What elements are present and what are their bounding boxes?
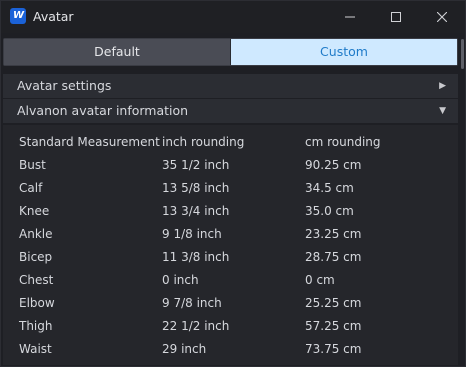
cm-value: 23.25 cm xyxy=(305,227,362,241)
inch-value: 9 7/8 inch xyxy=(162,296,222,310)
table-row: Bicep 11 3/8 inch 28.75 cm xyxy=(3,246,458,269)
inch-value: 35 1/2 inch xyxy=(162,158,230,172)
measurement-name: Ankle xyxy=(19,227,53,241)
tab-default[interactable]: Default xyxy=(4,39,230,65)
measurement-name: Waist xyxy=(19,342,52,356)
cm-value: 0 cm xyxy=(305,273,335,287)
scrollbar-thumb[interactable] xyxy=(461,39,464,69)
triangle-right-icon: ▶ xyxy=(439,81,446,91)
table-row: Elbow 9 7/8 inch 25.25 cm xyxy=(3,292,458,315)
cm-value: 25.25 cm xyxy=(305,296,362,310)
table-row: Calf 13 5/8 inch 34.5 cm xyxy=(3,177,458,200)
minimize-button[interactable] xyxy=(327,1,373,33)
avatar-settings-section-header[interactable]: Avatar settings ▶ xyxy=(3,74,458,98)
measurement-name: Calf xyxy=(19,181,43,195)
alvanon-info-section-header[interactable]: Alvanon avatar information ▼ xyxy=(3,99,458,123)
cm-value: 57.25 cm xyxy=(305,319,362,333)
cm-value: 34.5 cm xyxy=(305,181,354,195)
triangle-down-icon: ▼ xyxy=(439,106,446,116)
table-header-row: Standard Measurement inch rounding cm ro… xyxy=(3,131,458,154)
minimize-icon xyxy=(345,16,355,18)
cm-value: 73.75 cm xyxy=(305,342,362,356)
measurement-name: Bicep xyxy=(19,250,53,264)
header-standard-measurement: Standard Measurement xyxy=(19,135,160,149)
measurement-table: Standard Measurement inch rounding cm ro… xyxy=(3,125,458,365)
close-icon xyxy=(437,12,447,22)
inch-value: 13 5/8 inch xyxy=(162,181,230,195)
cm-value: 35.0 cm xyxy=(305,204,354,218)
header-cm-rounding: cm rounding xyxy=(305,135,381,149)
close-button[interactable] xyxy=(419,1,465,33)
measurement-name: Elbow xyxy=(19,296,55,310)
inch-value: 29 inch xyxy=(162,342,207,356)
table-row: Waist 29 inch 73.75 cm xyxy=(3,338,458,361)
title-bar[interactable]: W Avatar xyxy=(1,1,465,33)
header-inch-rounding: inch rounding xyxy=(162,135,245,149)
app-logo-icon: W xyxy=(10,8,26,24)
table-row: Chest 0 inch 0 cm xyxy=(3,269,458,292)
tab-custom[interactable]: Custom xyxy=(231,39,457,65)
inch-value: 22 1/2 inch xyxy=(162,319,230,333)
measurement-name: Bust xyxy=(19,158,46,172)
inch-value: 11 3/8 inch xyxy=(162,250,230,264)
inch-value: 9 1/8 inch xyxy=(162,227,222,241)
tab-bar: Default Custom xyxy=(3,38,458,66)
measurement-name: Knee xyxy=(19,204,50,218)
window-title: Avatar xyxy=(33,9,74,24)
alvanon-info-label: Alvanon avatar information xyxy=(17,103,189,118)
inch-value: 13 3/4 inch xyxy=(162,204,230,218)
table-row: Bust 35 1/2 inch 90.25 cm xyxy=(3,154,458,177)
table-row: Knee 13 3/4 inch 35.0 cm xyxy=(3,200,458,223)
measurement-name: Thigh xyxy=(19,319,53,333)
maximize-icon xyxy=(391,12,401,22)
cm-value: 90.25 cm xyxy=(305,158,362,172)
cm-value: 28.75 cm xyxy=(305,250,362,264)
table-row: Ankle 9 1/8 inch 23.25 cm xyxy=(3,223,458,246)
maximize-button[interactable] xyxy=(373,1,419,33)
measurement-name: Chest xyxy=(19,273,54,287)
table-row: Thigh 22 1/2 inch 57.25 cm xyxy=(3,315,458,338)
avatar-window: W Avatar Default Custom Avatar settings … xyxy=(0,0,466,367)
inch-value: 0 inch xyxy=(162,273,199,287)
avatar-settings-label: Avatar settings xyxy=(17,78,112,93)
